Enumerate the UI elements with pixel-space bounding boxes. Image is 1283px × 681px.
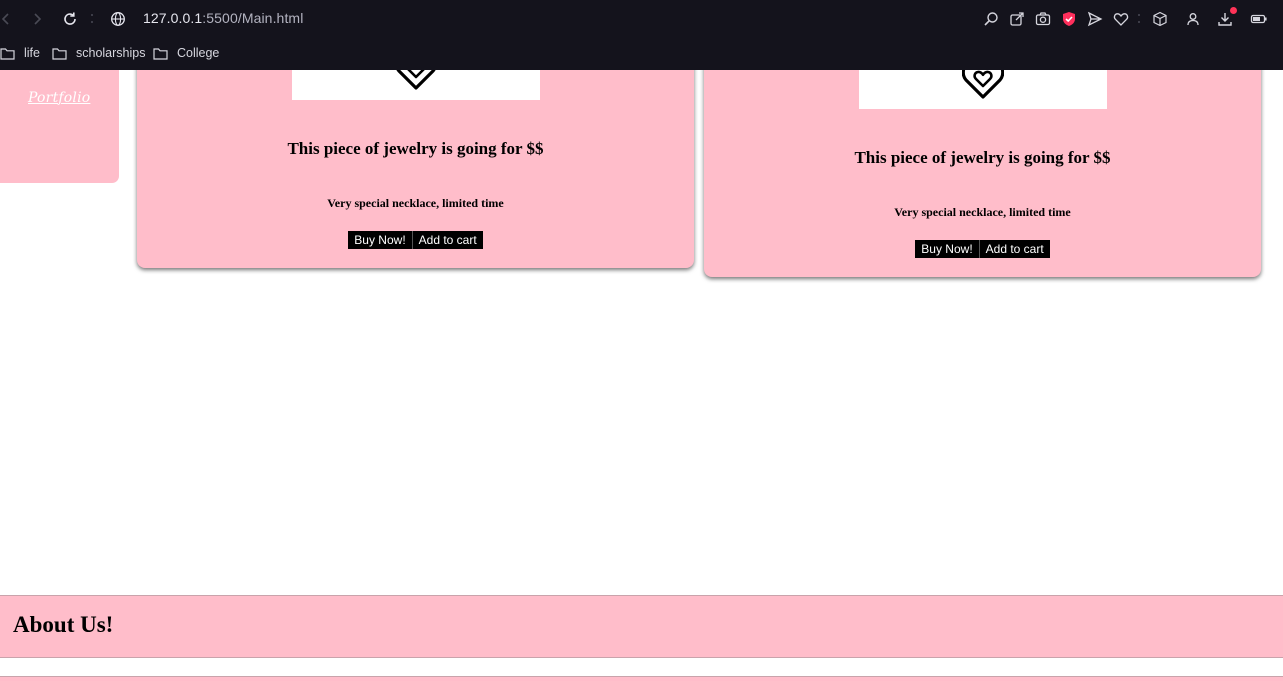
bookmark-label: College xyxy=(177,46,220,60)
add-to-cart-button[interactable]: Add to cart xyxy=(979,240,1050,258)
address-bar[interactable]: 127.0.0.1:5500/Main.html xyxy=(143,10,303,26)
forward-button[interactable] xyxy=(27,9,47,29)
separator xyxy=(1138,12,1141,26)
share-icon[interactable] xyxy=(1007,9,1027,29)
product-image xyxy=(859,70,1107,109)
heart-pendant-icon xyxy=(396,70,436,90)
heart-pendant-icon xyxy=(962,70,1004,99)
back-button[interactable] xyxy=(0,9,16,29)
folder-icon xyxy=(153,47,168,60)
next-section-edge xyxy=(0,676,1283,681)
product-card: This piece of jewelry is going for $$ Ve… xyxy=(704,70,1261,277)
browser-toolbar: 127.0.0.1:5500/Main.html xyxy=(0,0,1283,38)
separator xyxy=(91,12,94,26)
product-title: This piece of jewelry is going for $$ xyxy=(287,139,544,158)
about-section: About Us! xyxy=(0,595,1283,658)
bookmark-label: life xyxy=(24,46,40,60)
about-heading: About Us! xyxy=(13,612,114,637)
page-viewport: Portfolio This piece of jewelry is going… xyxy=(0,70,1283,681)
product-card: This piece of jewelry is going for $$ Ve… xyxy=(137,70,694,268)
reload-button[interactable] xyxy=(60,9,80,29)
bookmark-scholarships[interactable]: scholarships xyxy=(52,44,145,62)
product-image xyxy=(292,70,540,100)
url-host: 127.0.0.1 xyxy=(143,10,203,26)
bookmark-life[interactable]: life xyxy=(0,44,40,62)
product-description: Very special necklace, limited time xyxy=(327,196,504,210)
camera-icon[interactable] xyxy=(1033,9,1053,29)
url-path: :5500/Main.html xyxy=(202,10,304,26)
portfolio-logo[interactable]: Portfolio xyxy=(28,90,90,106)
battery-icon[interactable] xyxy=(1249,9,1269,29)
product-title: This piece of jewelry is going for $$ xyxy=(854,148,1111,167)
bookmark-label: scholarships xyxy=(76,46,146,60)
sidebar: Portfolio xyxy=(0,70,119,183)
heart-icon[interactable] xyxy=(1111,9,1131,29)
notification-dot xyxy=(1230,7,1237,14)
add-to-cart-button[interactable]: Add to cart xyxy=(412,231,483,249)
bookmark-college[interactable]: College xyxy=(153,44,219,62)
product-description: Very special necklace, limited time xyxy=(894,205,1071,219)
product-actions: Buy Now! Add to cart xyxy=(704,240,1261,258)
buy-now-button[interactable]: Buy Now! xyxy=(915,240,980,258)
folder-icon xyxy=(52,47,67,60)
globe-icon[interactable] xyxy=(108,9,128,29)
profile-icon[interactable] xyxy=(1183,9,1203,29)
buy-now-button[interactable]: Buy Now! xyxy=(348,231,413,249)
search-icon[interactable] xyxy=(981,9,1001,29)
product-actions: Buy Now! Add to cart xyxy=(137,231,694,249)
shield-icon[interactable] xyxy=(1059,9,1079,29)
cube-icon[interactable] xyxy=(1150,9,1170,29)
send-icon[interactable] xyxy=(1085,9,1105,29)
folder-icon xyxy=(0,47,15,60)
